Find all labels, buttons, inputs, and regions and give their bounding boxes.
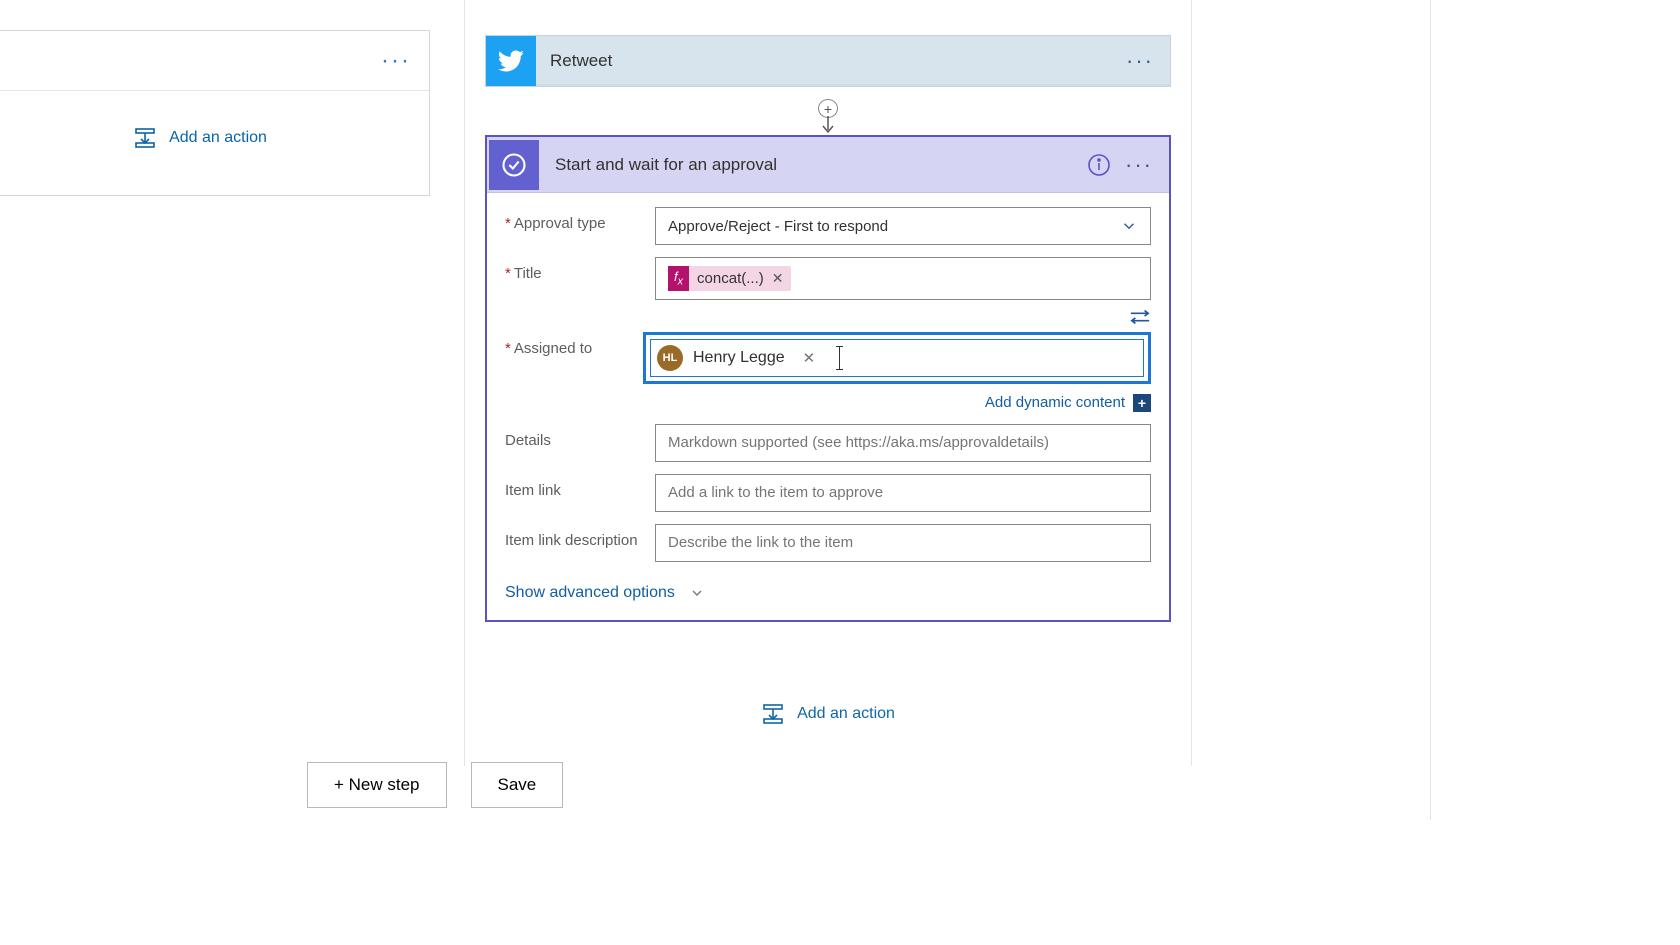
approval-step-card: Start and wait for an approval ··· *Appr… (485, 135, 1171, 622)
left-branch-card: ··· Add an action (0, 30, 430, 196)
flow-canvas: Retweet ··· + Start and wait for an appr… (464, 0, 1192, 766)
approval-header-title: Start and wait for an approval (541, 155, 1087, 175)
assigned-to-input[interactable]: HL Henry Legge ✕ (650, 339, 1144, 377)
title-input[interactable]: fx concat(...) ✕ (655, 257, 1151, 300)
chevron-down-icon (689, 585, 705, 601)
remove-user-icon[interactable]: ✕ (803, 349, 816, 367)
item-link-desc-label: Item link description (505, 524, 655, 549)
left-branch-header: ··· (0, 31, 429, 91)
add-dynamic-content-link[interactable]: Add dynamic content + (643, 394, 1151, 412)
twitter-icon (486, 36, 536, 86)
new-step-button[interactable]: + New step (307, 762, 447, 808)
item-link-label: Item link (505, 474, 655, 499)
info-icon[interactable] (1087, 153, 1111, 177)
assigned-to-label: *Assigned to (505, 332, 643, 357)
details-input[interactable] (655, 424, 1151, 462)
item-link-input[interactable] (655, 474, 1151, 512)
approval-header[interactable]: Start and wait for an approval ··· (487, 137, 1169, 193)
add-action-button-bottom[interactable]: Add an action (761, 702, 895, 726)
details-label: Details (505, 424, 655, 449)
assigned-to-highlight: HL Henry Legge ✕ (643, 332, 1151, 384)
right-panel-edge (1430, 0, 1431, 820)
text-caret-icon (839, 347, 840, 369)
insert-action-icon (761, 702, 785, 726)
retweet-more-icon[interactable]: ··· (1126, 48, 1170, 74)
add-action-label: Add an action (169, 129, 267, 147)
chevron-down-icon (1120, 217, 1138, 235)
item-link-desc-input[interactable] (655, 524, 1151, 562)
retweet-step-title: Retweet (536, 51, 1126, 71)
more-icon[interactable]: ··· (375, 49, 417, 73)
footer-buttons: + New step Save (307, 762, 563, 808)
user-name: Henry Legge (693, 349, 785, 367)
approval-type-label: *Approval type (505, 207, 655, 232)
approval-icon (489, 140, 539, 190)
show-advanced-options[interactable]: Show advanced options (505, 584, 705, 602)
avatar: HL (657, 345, 683, 371)
title-label: *Title (505, 257, 655, 282)
retweet-step-card[interactable]: Retweet ··· (485, 35, 1171, 87)
add-dynamic-label: Add dynamic content (985, 394, 1125, 411)
arrow-down-icon (818, 116, 838, 135)
approval-type-select[interactable]: Approve/Reject - First to respond (655, 207, 1151, 245)
add-action-label: Add an action (797, 705, 895, 723)
show-advanced-label: Show advanced options (505, 584, 675, 602)
remove-token-icon[interactable]: ✕ (772, 270, 784, 287)
approval-more-icon[interactable]: ··· (1125, 152, 1169, 178)
step-connector: + (465, 87, 1191, 135)
swap-mode-icon[interactable] (1129, 308, 1151, 326)
plus-icon: + (1133, 394, 1151, 412)
expression-text: concat(...) (697, 270, 764, 287)
user-chip[interactable]: HL Henry Legge ✕ (657, 345, 821, 371)
save-button[interactable]: Save (471, 762, 564, 808)
fx-icon: fx (668, 266, 689, 291)
insert-action-icon (133, 126, 157, 150)
add-action-button[interactable]: Add an action (133, 126, 267, 150)
approval-type-value: Approve/Reject - First to respond (668, 218, 888, 235)
expression-token[interactable]: fx concat(...) ✕ (668, 266, 791, 291)
